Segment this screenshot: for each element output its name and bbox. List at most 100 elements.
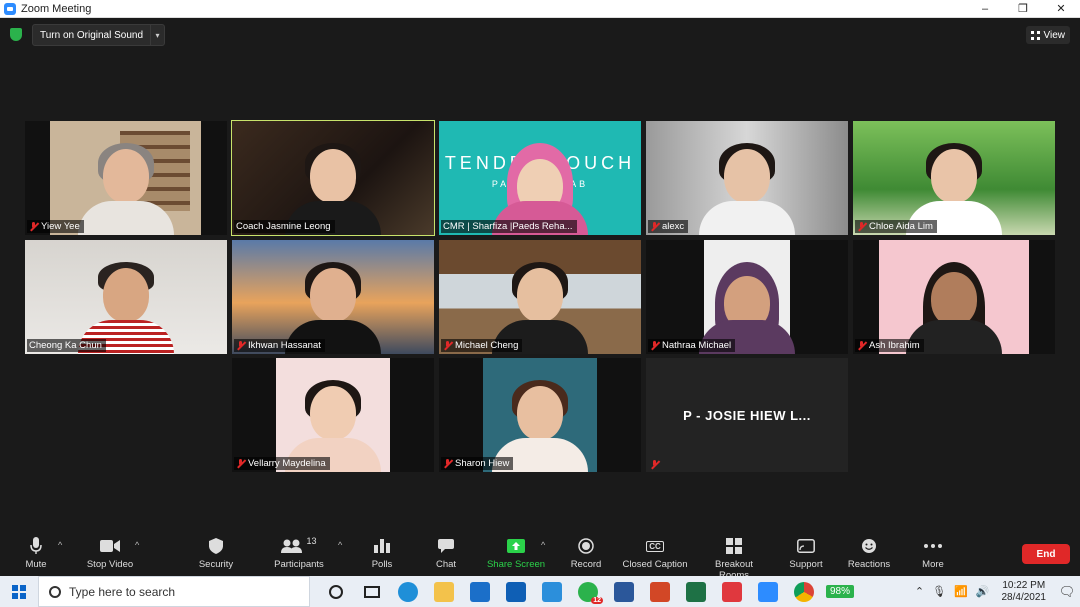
file-explorer-app[interactable] xyxy=(428,580,460,604)
meeting-toolbar: Mute ^ Stop Video ^ Security 13 Particip… xyxy=(0,532,1080,581)
participants-icon: 13 xyxy=(264,536,334,556)
participants-button[interactable]: 13 Participants xyxy=(264,536,334,570)
taskbar-search-box[interactable]: Type here to search xyxy=(38,576,310,607)
word-icon xyxy=(614,581,634,602)
cc-icon-text: CC xyxy=(646,540,664,552)
support-icon xyxy=(771,536,841,556)
excel-app[interactable] xyxy=(680,580,712,604)
whatsapp-app[interactable]: 12 xyxy=(572,580,604,604)
video-tile-active-speaker[interactable]: Coach Jasmine Leong xyxy=(231,120,435,236)
smiley-icon xyxy=(834,536,904,556)
participant-name: Vellarry Maydelina xyxy=(248,458,326,469)
reactions-button[interactable]: Reactions xyxy=(834,536,904,570)
record-button[interactable]: Record xyxy=(551,536,621,570)
participant-name: Ash Ibrahim xyxy=(869,340,920,351)
mute-options-caret[interactable]: ^ xyxy=(58,540,62,550)
participant-name-tag xyxy=(648,459,666,470)
participant-name-tag: alexc xyxy=(648,220,689,233)
chat-button[interactable]: Chat xyxy=(411,536,481,570)
video-options-caret[interactable]: ^ xyxy=(135,540,139,550)
anydesk-icon xyxy=(722,581,742,602)
breakout-rooms-button[interactable]: Breakout Rooms xyxy=(699,536,769,581)
participant-name: CMR | Sharfiza |Paeds Reha... xyxy=(443,221,573,232)
encryption-shield-icon[interactable] xyxy=(10,28,22,41)
video-tile[interactable]: Yiew Yee xyxy=(25,121,227,235)
mail-app[interactable] xyxy=(464,580,496,604)
meeting-area: Turn on Original Sound ▾ View Yiew Yee C… xyxy=(0,18,1080,532)
chat-bubble-icon xyxy=(411,536,481,556)
start-button[interactable] xyxy=(0,576,38,607)
outlook-app[interactable] xyxy=(500,580,532,604)
participants-label: Participants xyxy=(274,559,324,570)
video-tile[interactable]: Ash Ibrahim xyxy=(853,240,1055,354)
video-tile[interactable]: TENDER TOUCH PAEDS REHAB CMR | Sharfiza … xyxy=(439,121,641,235)
microphone-tray-icon[interactable]: 🎙 xyxy=(932,585,946,598)
zoom-app[interactable] xyxy=(752,580,784,604)
cortana-app[interactable] xyxy=(320,580,352,604)
mic-muted-icon xyxy=(857,222,866,231)
participant-display-name: P - JOSIE HIEW L... xyxy=(683,407,811,423)
wifi-icon[interactable]: 📶 xyxy=(954,585,968,598)
video-tile-no-video[interactable]: P - JOSIE HIEW L... xyxy=(646,358,848,472)
mic-muted-icon xyxy=(236,341,245,350)
reactions-label: Reactions xyxy=(847,559,891,570)
close-button[interactable]: ✕ xyxy=(1042,0,1080,18)
video-tile[interactable]: Michael Cheng xyxy=(439,240,641,354)
original-sound-label: Turn on Original Sound xyxy=(40,29,144,41)
chevron-down-icon[interactable]: ▾ xyxy=(150,25,164,45)
participant-video xyxy=(78,143,174,235)
participant-name-tag: Ikhwan Hassanat xyxy=(234,339,325,352)
system-tray: ⌃ 🎙 📶 🔊 10:22 PM 28/4/2021 🗨 xyxy=(911,576,1080,607)
end-meeting-button[interactable]: End xyxy=(1022,544,1070,564)
notification-center-icon[interactable]: 🗨 xyxy=(1054,576,1080,607)
clock-date: 28/4/2021 xyxy=(1001,591,1047,603)
clock-time: 10:22 PM xyxy=(1002,579,1046,591)
video-tile[interactable]: Cheong Ka Chun xyxy=(25,240,227,354)
view-button[interactable]: View xyxy=(1025,26,1070,44)
video-tile[interactable]: alexc xyxy=(646,121,848,235)
support-label: Support xyxy=(789,559,823,570)
video-tile[interactable]: Sharon Hiew xyxy=(439,358,641,472)
polls-button[interactable]: Polls xyxy=(347,536,417,570)
lync-app[interactable] xyxy=(536,580,568,604)
word-app[interactable] xyxy=(608,580,640,604)
mic-muted-icon xyxy=(443,459,452,468)
powerpoint-app[interactable] xyxy=(644,580,676,604)
mic-muted-icon xyxy=(29,222,38,231)
participant-name: Nathraa Michael xyxy=(662,340,732,351)
participants-options-caret[interactable]: ^ xyxy=(338,540,342,550)
maximize-button[interactable]: ❐ xyxy=(1004,0,1042,18)
task-view-icon xyxy=(364,585,380,598)
windows-taskbar: Type here to search 12 98% ⌃ 🎙 📶 🔊 10:22… xyxy=(0,576,1080,607)
original-sound-button[interactable]: Turn on Original Sound ▾ xyxy=(32,24,166,46)
participant-name-tag: Nathraa Michael xyxy=(648,339,736,352)
edge-app[interactable] xyxy=(392,580,424,604)
minimize-button[interactable]: – xyxy=(966,0,1004,18)
closed-caption-button[interactable]: CC Closed Caption xyxy=(620,536,690,570)
share-screen-label: Share Screen xyxy=(486,559,546,570)
volume-icon[interactable]: 🔊 xyxy=(976,585,990,598)
share-options-caret[interactable]: ^ xyxy=(541,540,545,550)
task-view-app[interactable] xyxy=(356,580,388,604)
video-tile[interactable]: Nathraa Michael xyxy=(646,240,848,354)
tray-chevron-up-icon[interactable]: ⌃ xyxy=(915,585,924,598)
taskbar-clock[interactable]: 10:22 PM 28/4/2021 xyxy=(1002,580,1047,604)
anydesk-app[interactable] xyxy=(716,580,748,604)
folder-icon xyxy=(434,581,454,602)
chrome-app[interactable] xyxy=(788,580,820,604)
windows-logo-icon xyxy=(12,584,26,599)
bar-chart-icon xyxy=(347,536,417,556)
video-tile[interactable]: Vellarry Maydelina xyxy=(232,358,434,472)
participant-name-tag: Chloe Aida Lim xyxy=(855,220,937,233)
video-tile[interactable]: Ikhwan Hassanat xyxy=(232,240,434,354)
battery-indicator[interactable]: 98% xyxy=(826,585,855,598)
participant-name-tag: Sharon Hiew xyxy=(441,457,514,470)
video-tile[interactable]: Chloe Aida Lim xyxy=(853,121,1055,235)
more-button[interactable]: More xyxy=(898,536,968,570)
security-button[interactable]: Security xyxy=(181,536,251,570)
record-icon xyxy=(551,536,621,556)
mic-muted-icon xyxy=(650,460,659,469)
mute-label: Mute xyxy=(25,559,47,570)
support-button[interactable]: Support xyxy=(771,536,841,570)
zoom-icon xyxy=(758,581,778,602)
